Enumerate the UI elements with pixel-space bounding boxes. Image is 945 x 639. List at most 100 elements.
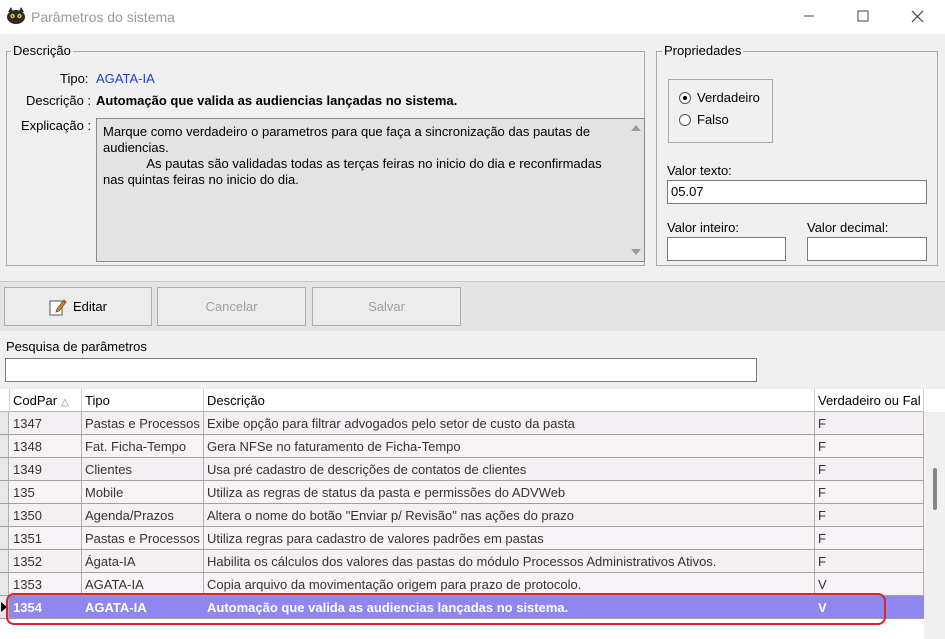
cell-cod[interactable]: 135 [10, 481, 82, 503]
cell-vf[interactable]: F [815, 504, 924, 526]
table-row[interactable]: 1348 Fat. Ficha-Tempo Gera NFSe no faturam… [0, 435, 924, 458]
cell-vf[interactable]: V [815, 573, 924, 595]
tipo-label: Tipo: [60, 71, 89, 86]
descricao-group: Descrição Tipo: AGATA-IA Descrição : Aut… [6, 43, 645, 266]
cell-vf[interactable]: F [815, 550, 924, 572]
column-header-codpar-label: CodPar [13, 393, 58, 408]
radio-checked-icon [679, 91, 691, 104]
cell-desc[interactable]: Exibe opção para filtrar advogados pelo … [204, 412, 815, 434]
valor-decimal-field[interactable] [807, 237, 927, 261]
radio-falso[interactable]: Falso [679, 112, 729, 127]
table-row[interactable]: 1347 Pastas e Processos Exibe opção para f… [0, 412, 924, 435]
cell-tipo[interactable]: Clientes [82, 458, 204, 480]
cat-logo-icon [7, 7, 25, 24]
minimize-icon [804, 15, 814, 17]
table-row[interactable]: 1350 Agenda/Prazos Altera o nome do botão … [0, 504, 924, 527]
maximize-icon [857, 10, 869, 22]
action-toolbar: Editar Cancelar Salvar [0, 281, 945, 331]
maximize-button[interactable] [840, 0, 886, 32]
cell-tipo[interactable]: Agenda/Prazos [82, 504, 204, 526]
tipo-value: AGATA-IA [96, 71, 155, 86]
boolean-radio-group: Verdadeiro Falso [668, 79, 773, 143]
cancelar-button[interactable]: Cancelar [157, 287, 306, 326]
cell-desc[interactable]: Usa pré cadastro de descrições de contat… [204, 458, 815, 480]
row-indicator[interactable] [0, 412, 9, 434]
valor-inteiro-field[interactable] [667, 237, 786, 261]
cell-vf[interactable]: F [815, 481, 924, 503]
search-area: Pesquisa de parâmetros [0, 331, 945, 389]
search-label: Pesquisa de parâmetros [6, 339, 147, 354]
explicacao-memo[interactable]: Marque como verdadeiro o parametros para… [96, 118, 645, 262]
cell-tipo[interactable]: Ágata-IA [82, 550, 204, 572]
close-icon [911, 10, 923, 22]
salvar-label: Salvar [368, 299, 405, 314]
grid-scrollbar[interactable] [924, 412, 945, 639]
scroll-up-icon[interactable] [631, 125, 641, 131]
close-button[interactable] [894, 0, 940, 32]
edit-pencil-icon [49, 298, 67, 315]
cell-desc[interactable]: Altera o nome do botão "Enviar p/ Revisã… [204, 504, 815, 526]
row-indicator[interactable] [0, 481, 9, 503]
radio-verdadeiro-label: Verdadeiro [697, 90, 760, 105]
explicacao-text: Marque como verdadeiro o parametros para… [103, 124, 602, 187]
cell-tipo[interactable]: Pastas e Processos [82, 412, 204, 434]
cell-cod[interactable]: 1352 [10, 550, 82, 572]
cell-tipo[interactable]: Fat. Ficha-Tempo [82, 435, 204, 457]
valor-texto-field[interactable]: 05.07 [667, 180, 927, 204]
cell-cod[interactable]: 1347 [10, 412, 82, 434]
cell-vf[interactable]: F [815, 527, 924, 549]
radio-falso-label: Falso [697, 112, 729, 127]
table-row[interactable]: 1349 Clientes Usa pré cadastro de descriçõ… [0, 458, 924, 481]
valor-inteiro-label: Valor inteiro: [667, 220, 740, 235]
cell-tipo[interactable]: Pastas e Processos [82, 527, 204, 549]
editar-button[interactable]: Editar [4, 287, 152, 326]
column-header-codpar[interactable]: CodPar △ [10, 389, 82, 412]
descricao-value: Automação que valida as audiencias lança… [96, 93, 458, 108]
editar-label: Editar [73, 299, 107, 314]
table-row[interactable]: 135 Mobile Utiliza as regras de status da … [0, 481, 924, 504]
row-indicator[interactable] [0, 504, 9, 526]
row-indicator[interactable] [0, 550, 9, 572]
minimize-button[interactable] [786, 0, 832, 32]
cell-tipo[interactable]: Mobile [82, 481, 204, 503]
row-indicator[interactable] [0, 435, 9, 457]
descricao-legend: Descrição [11, 43, 73, 58]
grid-scroll-thumb[interactable] [933, 468, 937, 510]
details-panel: Descrição Tipo: AGATA-IA Descrição : Aut… [0, 34, 945, 281]
cell-vf[interactable]: F [815, 412, 924, 434]
title-bar: Parâmetros do sistema [0, 0, 945, 34]
column-header-verdadeiro[interactable]: Verdadeiro ou Fal [815, 389, 924, 412]
grid-header: CodPar △ Tipo Descrição Verdadeiro ou Fal [0, 389, 924, 412]
search-input[interactable] [5, 358, 757, 382]
cell-desc[interactable]: Habilita os cálculos dos valores das pas… [204, 550, 815, 572]
cell-cod[interactable]: 1353 [10, 573, 82, 595]
row-indicator[interactable] [0, 458, 9, 480]
cell-tipo[interactable]: AGATA-IA [82, 573, 204, 595]
selection-highlight-ring [6, 593, 886, 625]
memo-scrollbar[interactable] [627, 119, 644, 261]
table-row[interactable]: 1352 Ágata-IA Habilita os cálculos dos val… [0, 550, 924, 573]
row-indicator[interactable] [0, 527, 9, 549]
column-header-tipo[interactable]: Tipo [82, 389, 204, 412]
scroll-down-icon[interactable] [631, 249, 641, 255]
sort-ascending-icon: △ [61, 397, 69, 408]
column-header-descricao[interactable]: Descrição [204, 389, 815, 412]
cell-desc[interactable]: Utiliza as regras de status da pasta e p… [204, 481, 815, 503]
propriedades-legend: Propriedades [662, 43, 744, 58]
radio-verdadeiro[interactable]: Verdadeiro [679, 90, 760, 105]
cell-vf[interactable]: F [815, 458, 924, 480]
cell-desc[interactable]: Copia arquivo da movimentação origem par… [204, 573, 815, 595]
radio-unchecked-icon [679, 113, 691, 126]
cell-desc[interactable]: Gera NFSe no faturamento de Ficha-Tempo [204, 435, 815, 457]
salvar-button[interactable]: Salvar [312, 287, 461, 326]
cell-cod[interactable]: 1349 [10, 458, 82, 480]
table-row[interactable]: 1351 Pastas e Processos Utiliza regras par… [0, 527, 924, 550]
row-indicator[interactable] [0, 573, 9, 595]
cell-desc[interactable]: Utiliza regras para cadastro de valores … [204, 527, 815, 549]
cell-cod[interactable]: 1348 [10, 435, 82, 457]
cell-cod[interactable]: 1350 [10, 504, 82, 526]
cell-vf[interactable]: F [815, 435, 924, 457]
cell-cod[interactable]: 1351 [10, 527, 82, 549]
propriedades-group: Propriedades Verdadeiro Falso Valor text… [656, 43, 938, 266]
explicacao-label: Explicação : [21, 118, 92, 133]
